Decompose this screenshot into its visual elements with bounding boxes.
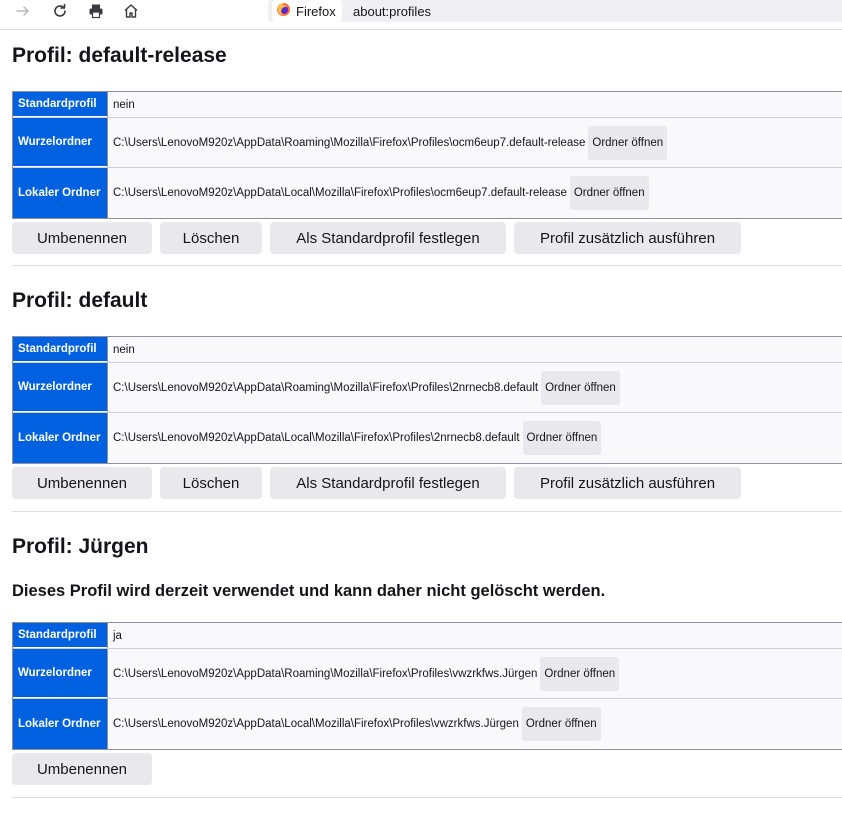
url-text[interactable]: about:profiles bbox=[353, 0, 431, 22]
local-dir-label: Lokaler Ordner bbox=[13, 168, 107, 218]
section-divider bbox=[12, 511, 842, 512]
info-row-default: Standardprofil nein bbox=[13, 92, 842, 118]
local-dir-value: C:\Users\LenovoM920z\AppData\Local\Mozil… bbox=[107, 413, 842, 463]
info-row-default: Standardprofil ja bbox=[13, 623, 842, 649]
open-local-folder-button[interactable]: Ordner öffnen bbox=[522, 421, 602, 455]
root-dir-value: C:\Users\LenovoM920z\AppData\Roaming\Moz… bbox=[107, 118, 842, 167]
toolbar-divider bbox=[0, 29, 842, 30]
local-dir-value: C:\Users\LenovoM920z\AppData\Local\Mozil… bbox=[107, 699, 842, 749]
profile-info-table: Standardprofil nein Wurzelordner C:\User… bbox=[12, 336, 842, 464]
profile-info-table: Standardprofil ja Wurzelordner C:\Users\… bbox=[12, 622, 842, 750]
root-dir-path: C:\Users\LenovoM920z\AppData\Roaming\Moz… bbox=[113, 381, 539, 394]
root-dir-value: C:\Users\LenovoM920z\AppData\Roaming\Moz… bbox=[107, 649, 842, 698]
forward-icon[interactable] bbox=[11, 0, 35, 22]
info-row-local: Lokaler Ordner C:\Users\LenovoM920z\AppD… bbox=[13, 699, 842, 749]
profile-actions: Umbenennen Löschen Als Standardprofil fe… bbox=[12, 467, 741, 499]
set-default-button[interactable]: Als Standardprofil festlegen bbox=[270, 467, 506, 499]
local-dir-path: C:\Users\LenovoM920z\AppData\Local\Mozil… bbox=[113, 718, 519, 730]
launch-profile-button[interactable]: Profil zusätzlich ausführen bbox=[514, 222, 741, 254]
root-dir-label: Wurzelordner bbox=[13, 649, 107, 698]
rename-button[interactable]: Umbenennen bbox=[12, 222, 152, 254]
info-row-root: Wurzelordner C:\Users\LenovoM920z\AppDat… bbox=[13, 118, 842, 168]
default-profile-value: nein bbox=[107, 337, 842, 362]
browser-toolbar: Firefox about:profiles bbox=[0, 0, 842, 22]
open-root-folder-button[interactable]: Ordner öffnen bbox=[540, 656, 620, 691]
info-row-root: Wurzelordner C:\Users\LenovoM920z\AppDat… bbox=[13, 649, 842, 699]
local-dir-label: Lokaler Ordner bbox=[13, 413, 107, 463]
delete-button[interactable]: Löschen bbox=[160, 222, 262, 254]
local-dir-label: Lokaler Ordner bbox=[13, 699, 107, 749]
profile-actions: Umbenennen bbox=[12, 753, 152, 785]
profile-actions: Umbenennen Löschen Als Standardprofil fe… bbox=[12, 222, 741, 254]
open-root-folder-button[interactable]: Ordner öffnen bbox=[541, 370, 620, 405]
default-profile-label: Standardprofil bbox=[13, 92, 107, 117]
default-profile-value: ja bbox=[107, 623, 842, 648]
section-divider bbox=[12, 265, 842, 266]
home-icon[interactable] bbox=[119, 0, 143, 22]
root-dir-value: C:\Users\LenovoM920z\AppData\Roaming\Moz… bbox=[107, 363, 842, 412]
local-dir-path: C:\Users\LenovoM920z\AppData\Local\Mozil… bbox=[113, 432, 520, 444]
default-profile-label: Standardprofil bbox=[13, 623, 107, 648]
identity-box[interactable]: Firefox bbox=[272, 0, 342, 22]
profile-title: Profil: Jürgen bbox=[12, 535, 149, 558]
root-dir-label: Wurzelordner bbox=[13, 118, 107, 167]
info-row-root: Wurzelordner C:\Users\LenovoM920z\AppDat… bbox=[13, 363, 842, 413]
info-row-local: Lokaler Ordner C:\Users\LenovoM920z\AppD… bbox=[13, 413, 842, 463]
local-dir-path: C:\Users\LenovoM920z\AppData\Local\Mozil… bbox=[113, 187, 567, 199]
default-profile-label: Standardprofil bbox=[13, 337, 107, 362]
section-divider bbox=[12, 797, 842, 798]
profile-title: Profil: default bbox=[12, 289, 148, 312]
open-local-folder-button[interactable]: Ordner öffnen bbox=[569, 176, 649, 210]
url-bar[interactable]: Firefox about:profiles bbox=[268, 0, 842, 22]
firefox-logo-icon bbox=[276, 2, 291, 20]
reload-icon[interactable] bbox=[48, 0, 72, 22]
info-row-local: Lokaler Ordner C:\Users\LenovoM920z\AppD… bbox=[13, 168, 842, 218]
profile-in-use-note: Dieses Profil wird derzeit verwendet und… bbox=[12, 582, 606, 600]
local-dir-value: C:\Users\LenovoM920z\AppData\Local\Mozil… bbox=[107, 168, 842, 218]
open-root-folder-button[interactable]: Ordner öffnen bbox=[588, 125, 668, 160]
profile-title: Profil: default-release bbox=[12, 44, 227, 67]
open-local-folder-button[interactable]: Ordner öffnen bbox=[521, 707, 601, 741]
rename-button[interactable]: Umbenennen bbox=[12, 753, 152, 785]
launch-profile-button[interactable]: Profil zusätzlich ausführen bbox=[514, 467, 741, 499]
info-row-default: Standardprofil nein bbox=[13, 337, 842, 363]
root-dir-path: C:\Users\LenovoM920z\AppData\Roaming\Moz… bbox=[113, 136, 586, 149]
root-dir-path: C:\Users\LenovoM920z\AppData\Roaming\Moz… bbox=[113, 667, 538, 680]
browser-label: Firefox bbox=[296, 3, 336, 19]
delete-button[interactable]: Löschen bbox=[160, 467, 262, 499]
rename-button[interactable]: Umbenennen bbox=[12, 467, 152, 499]
print-icon[interactable] bbox=[84, 0, 108, 22]
root-dir-label: Wurzelordner bbox=[13, 363, 107, 412]
profile-info-table: Standardprofil nein Wurzelordner C:\User… bbox=[12, 91, 842, 219]
set-default-button[interactable]: Als Standardprofil festlegen bbox=[270, 222, 506, 254]
default-profile-value: nein bbox=[107, 92, 842, 117]
